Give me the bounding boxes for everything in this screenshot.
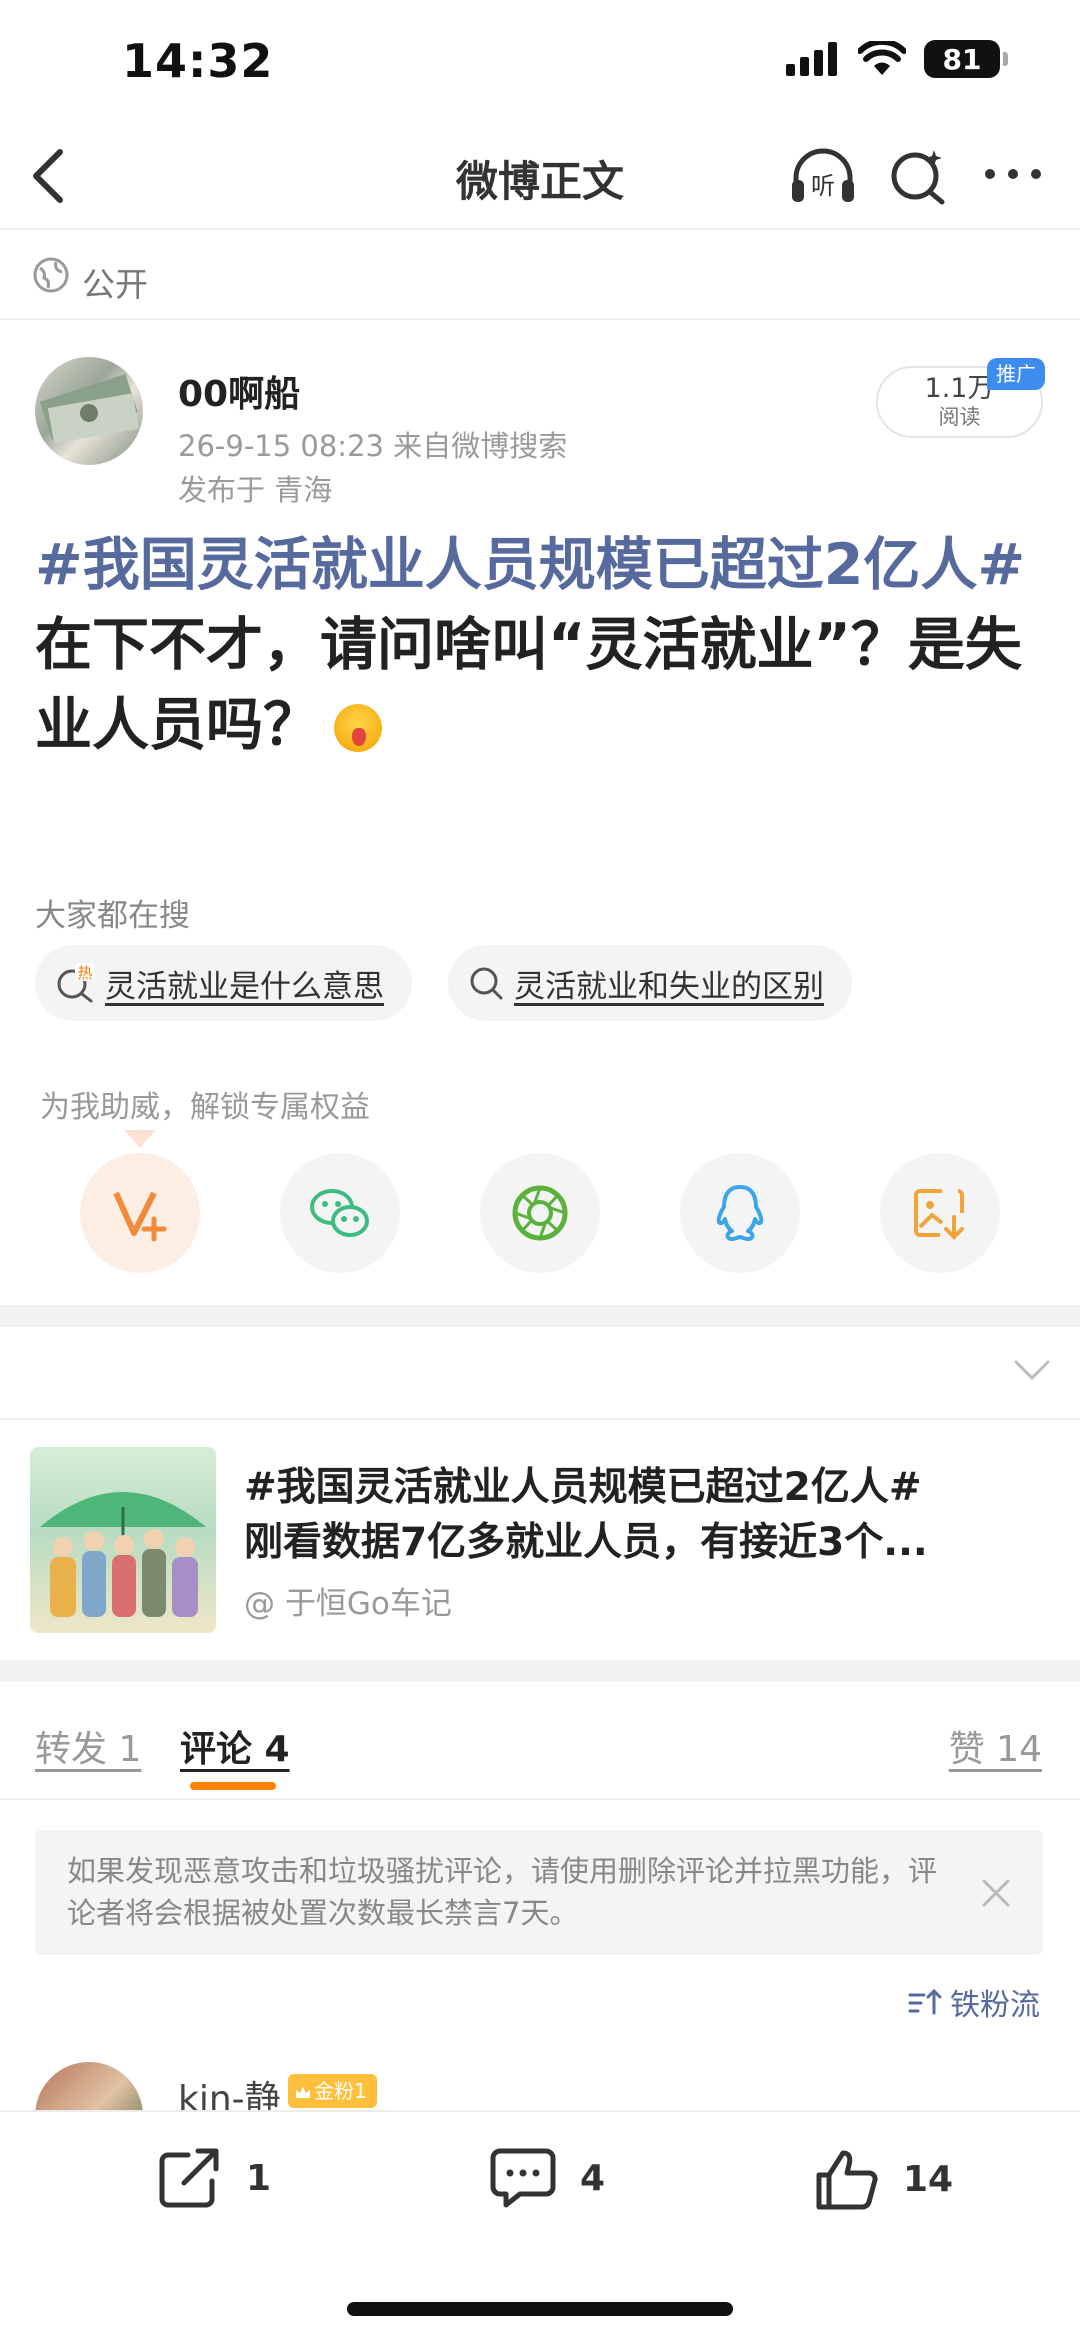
crown-icon <box>296 2086 310 2098</box>
divider <box>0 1798 1080 1800</box>
author-avatar[interactable] <box>35 357 143 465</box>
hot-search-icon: 热 <box>55 963 95 1003</box>
svg-text:热: 热 <box>77 964 92 982</box>
pointer-triangle-icon <box>120 1130 160 1152</box>
drooling-emoji-icon <box>334 704 382 753</box>
chevron-down-icon[interactable] <box>1012 1358 1052 1382</box>
wechat-share-button[interactable] <box>280 1153 400 1273</box>
status-icons: 81 <box>786 40 1008 78</box>
section-separator <box>0 1305 1080 1327</box>
save-image-share-button[interactable] <box>880 1153 1000 1273</box>
listen-icon[interactable]: 听 <box>788 146 858 206</box>
search-chip-text: 灵活就业是什么意思 <box>105 968 384 1005</box>
post-topic-link[interactable]: #我国灵活就业人员规模已超过2亿人# <box>35 532 1025 598</box>
vplus-share-button[interactable] <box>80 1153 200 1273</box>
moments-share-button[interactable] <box>480 1153 600 1273</box>
related-card-thumbnail[interactable] <box>30 1447 216 1633</box>
active-tab-indicator <box>190 1782 276 1790</box>
section-separator <box>0 1660 1080 1682</box>
divider <box>0 318 1080 320</box>
comment-count: 4 <box>580 2157 606 2199</box>
tab-repost[interactable]: 转发 1 <box>35 1720 141 1772</box>
divider <box>0 1418 1080 1420</box>
comment-button[interactable]: 4 <box>490 2147 605 2209</box>
notice-text: 如果发现恶意攻击和垃圾骚扰评论，请使用删除评论并拉黑功能，评论者将会根据被处置次… <box>67 1854 938 1930</box>
globe-icon <box>32 256 70 294</box>
weibo-post-screen: 14:32 81 微博正文 听 公开 00啊船 26-9-15 08:23 来自… <box>0 0 1080 2337</box>
like-count: 14 <box>903 2158 954 2200</box>
post-location: 发布于 青海 <box>178 473 333 507</box>
search-small-icon <box>468 965 504 1001</box>
post-time-source: 26-9-15 08:23 来自微博搜索 <box>178 429 568 463</box>
more-icon[interactable] <box>983 166 1043 182</box>
signal-icon <box>786 42 840 76</box>
visibility-label: 公开 <box>82 265 148 304</box>
divider <box>0 228 1080 230</box>
comment-notice: 如果发现恶意攻击和垃圾骚扰评论，请使用删除评论并拉黑功能，评论者将会根据被处置次… <box>35 1830 1043 1955</box>
qq-share-button[interactable] <box>680 1153 800 1273</box>
related-card-title-line2: 刚看数据7亿多就业人员，有接近3个... <box>244 1520 928 1565</box>
post-content: #我国灵活就业人员规模已超过2亿人# 在下不才，请问啥叫“灵活就业”？是失业人员… <box>35 525 1045 765</box>
battery-icon: 81 <box>924 40 1008 78</box>
hot-search-label: 大家都在搜 <box>35 898 190 934</box>
repost-count: 1 <box>246 2157 272 2199</box>
repost-icon <box>158 2147 222 2209</box>
wechat-icon <box>308 1185 372 1241</box>
related-card-title[interactable]: #我国灵活就业人员规模已超过2亿人# 刚看数据7亿多就业人员，有接近3个... <box>244 1460 1034 1570</box>
search-chip-1[interactable]: 热 灵活就业是什么意思 <box>35 945 412 1021</box>
related-card-source[interactable]: @ 于恒Go车记 <box>244 1578 452 1623</box>
thumbs-up-icon <box>815 2147 879 2211</box>
related-card-title-line1: #我国灵活就业人员规模已超过2亿人# <box>244 1465 922 1510</box>
post-body-text: 在下不才，请问啥叫“灵活就业”？是失业人员吗？ <box>35 612 1022 758</box>
fan-badge: 金粉1 <box>288 2074 377 2108</box>
share-prompt: 为我助威，解锁专属权益 <box>40 1090 370 1125</box>
sort-label: 铁粉流 <box>950 1988 1040 2023</box>
sort-icon <box>908 1987 942 2017</box>
fan-badge-text: 金粉1 <box>314 2079 367 2103</box>
svg-text:听: 听 <box>811 172 835 200</box>
like-button[interactable]: 14 <box>815 2147 953 2211</box>
search-icon[interactable] <box>888 146 948 206</box>
save-image-icon <box>912 1185 968 1241</box>
repost-button[interactable]: 1 <box>158 2147 271 2209</box>
read-label: 阅读 <box>938 405 981 429</box>
comment-icon <box>490 2147 556 2209</box>
author-name[interactable]: 00啊船 <box>178 365 300 417</box>
tab-like[interactable]: 赞 14 <box>949 1720 1042 1772</box>
vplus-icon <box>110 1183 170 1243</box>
qq-icon <box>714 1183 766 1243</box>
wifi-icon <box>858 41 906 77</box>
home-indicator[interactable] <box>347 2302 733 2316</box>
moments-icon <box>511 1184 569 1242</box>
sort-selector[interactable]: 铁粉流 <box>908 1980 1040 2024</box>
search-chip-2[interactable]: 灵活就业和失业的区别 <box>448 945 852 1021</box>
close-icon[interactable] <box>980 1877 1012 1909</box>
promo-tag: 推广 <box>987 358 1045 390</box>
status-time: 14:32 <box>122 34 274 88</box>
search-chip-text: 灵活就业和失业的区别 <box>514 968 824 1005</box>
tab-comment[interactable]: 评论 4 <box>180 1720 290 1772</box>
